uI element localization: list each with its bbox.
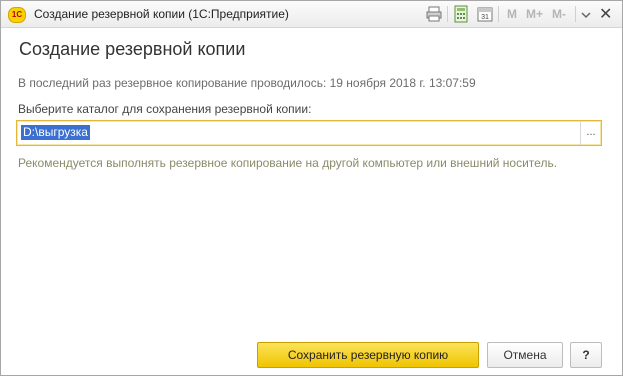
directory-input[interactable]: D:\выгрузка ... — [16, 120, 602, 146]
svg-text:31: 31 — [481, 14, 489, 21]
calendar-icon[interactable]: 31 — [476, 5, 494, 23]
recommendation-text: Рекомендуется выполнять резервное копиро… — [18, 156, 558, 170]
close-icon[interactable]: ✕ — [599, 4, 612, 24]
title-bar: 1С Создание резервной копии (1С:Предприя… — [1, 1, 622, 28]
help-button[interactable]: ? — [570, 342, 602, 368]
memory-plus-button[interactable]: M+ — [526, 7, 543, 21]
print-icon[interactable] — [425, 5, 443, 23]
select-directory-button[interactable]: ... — [580, 121, 601, 145]
cancel-button[interactable]: Отмена — [487, 342, 563, 368]
toolbar-separator — [575, 6, 576, 22]
directory-label: Выберите каталог для сохранения резервно… — [18, 102, 312, 116]
toolbar-separator — [447, 6, 448, 22]
onec-logo-icon: 1С — [8, 7, 26, 23]
menu-chevron-icon[interactable] — [579, 5, 593, 23]
directory-value[interactable]: D:\выгрузка — [21, 125, 90, 140]
form-heading: Создание резервной копии — [19, 39, 246, 59]
memory-button[interactable]: M — [507, 7, 517, 21]
toolbar-separator — [498, 6, 499, 22]
last-backup-info: В последний раз резервное копирование пр… — [18, 76, 476, 90]
calculator-icon[interactable] — [452, 5, 470, 23]
window-title: Создание резервной копии (1С:Предприятие… — [34, 7, 289, 21]
memory-minus-button[interactable]: M- — [552, 7, 566, 21]
save-backup-button[interactable]: Сохранить резервную копию — [257, 342, 479, 368]
backup-dialog: 1С Создание резервной копии (1С:Предприя… — [0, 0, 623, 376]
